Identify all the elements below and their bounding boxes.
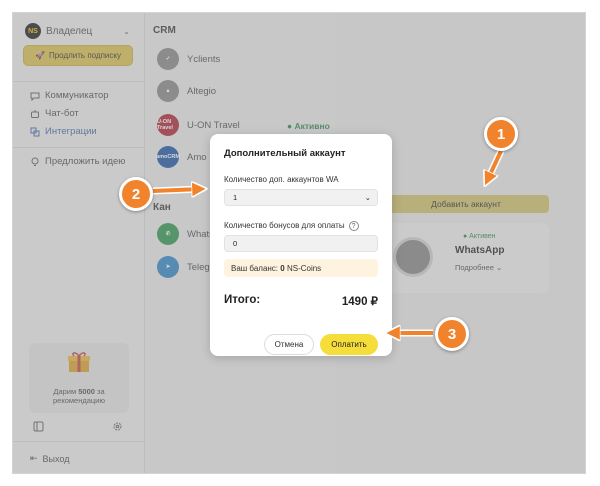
callout-badge-1: 1 — [484, 117, 518, 151]
callout-badge-3: 3 — [435, 317, 469, 351]
screenshot-frame: NS Владелец ⌄ 🚀 Продлить подписку Коммун… — [12, 12, 586, 474]
callout-badge-2: 2 — [119, 177, 153, 211]
callout-arrows — [152, 149, 505, 474]
callout-arrow-2 — [152, 189, 201, 191]
callout-arrow-1 — [487, 150, 503, 181]
